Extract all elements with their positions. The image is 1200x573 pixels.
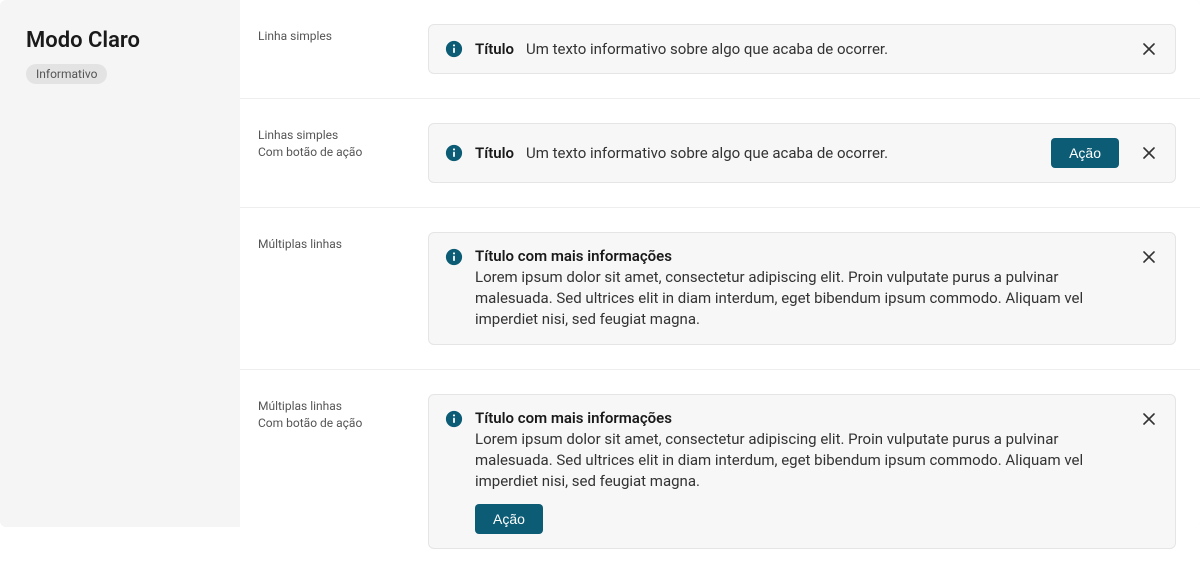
info-icon xyxy=(445,410,463,428)
toast-container: Título com mais informações Lorem ipsum … xyxy=(428,232,1176,345)
close-icon xyxy=(1141,249,1157,265)
toast-text: Um texto informativo sobre algo que acab… xyxy=(526,144,888,162)
close-icon xyxy=(1141,411,1157,427)
variant-row: Linhas simples Com botão de ação Título … xyxy=(240,99,1200,208)
toast-title: Título xyxy=(475,144,514,162)
close-button[interactable] xyxy=(1139,247,1159,267)
toast: Título com mais informações Lorem ipsum … xyxy=(428,394,1176,549)
toast-body: Título com mais informações Lorem ipsum … xyxy=(475,409,1119,534)
info-icon xyxy=(445,144,463,162)
variant-label: Linhas simples Com botão de ação xyxy=(258,123,428,183)
toast-container: Título Um texto informativo sobre algo q… xyxy=(428,24,1176,74)
action-button[interactable]: Ação xyxy=(1051,138,1119,168)
variant-row: Múltiplas linhas Com botão de ação Títul… xyxy=(240,370,1200,573)
variant-label: Múltiplas linhas xyxy=(258,232,428,345)
close-button[interactable] xyxy=(1139,39,1159,59)
toast-title: Título com mais informações xyxy=(475,247,1119,265)
variant-label: Múltiplas linhas Com botão de ação xyxy=(258,394,428,549)
close-icon xyxy=(1141,41,1157,57)
info-icon xyxy=(445,40,463,58)
page-wrap: Modo Claro Informativo Linha simples Tít… xyxy=(0,0,1200,527)
info-icon xyxy=(445,248,463,266)
toast-container: Título Um texto informativo sobre algo q… xyxy=(428,123,1176,183)
toast: Título Um texto informativo sobre algo q… xyxy=(428,24,1176,74)
toast-body: Título Um texto informativo sobre algo q… xyxy=(475,40,1119,58)
toast-container: Título com mais informações Lorem ipsum … xyxy=(428,394,1176,549)
close-icon xyxy=(1141,145,1157,161)
variant-label: Linha simples xyxy=(258,24,428,74)
sidebar: Modo Claro Informativo xyxy=(0,0,240,527)
action-button[interactable]: Ação xyxy=(475,504,543,534)
close-button[interactable] xyxy=(1139,143,1159,163)
main-content: Linha simples Título Um texto informativ… xyxy=(240,0,1200,527)
mode-title: Modo Claro xyxy=(26,28,214,53)
info-tag: Informativo xyxy=(26,64,107,84)
variant-row: Múltiplas linhas Título com mais informa… xyxy=(240,208,1200,370)
toast: Título Um texto informativo sobre algo q… xyxy=(428,123,1176,183)
toast-title: Título xyxy=(475,40,514,58)
toast-body: Título Um texto informativo sobre algo q… xyxy=(475,144,1039,162)
toast: Título com mais informações Lorem ipsum … xyxy=(428,232,1176,345)
toast-text: Lorem ipsum dolor sit amet, consectetur … xyxy=(475,267,1119,330)
toast-title: Título com mais informações xyxy=(475,409,1119,427)
close-button[interactable] xyxy=(1139,409,1159,429)
toast-text: Lorem ipsum dolor sit amet, consectetur … xyxy=(475,429,1119,492)
variant-row: Linha simples Título Um texto informativ… xyxy=(240,0,1200,99)
toast-body: Título com mais informações Lorem ipsum … xyxy=(475,247,1119,330)
toast-text: Um texto informativo sobre algo que acab… xyxy=(526,40,888,58)
